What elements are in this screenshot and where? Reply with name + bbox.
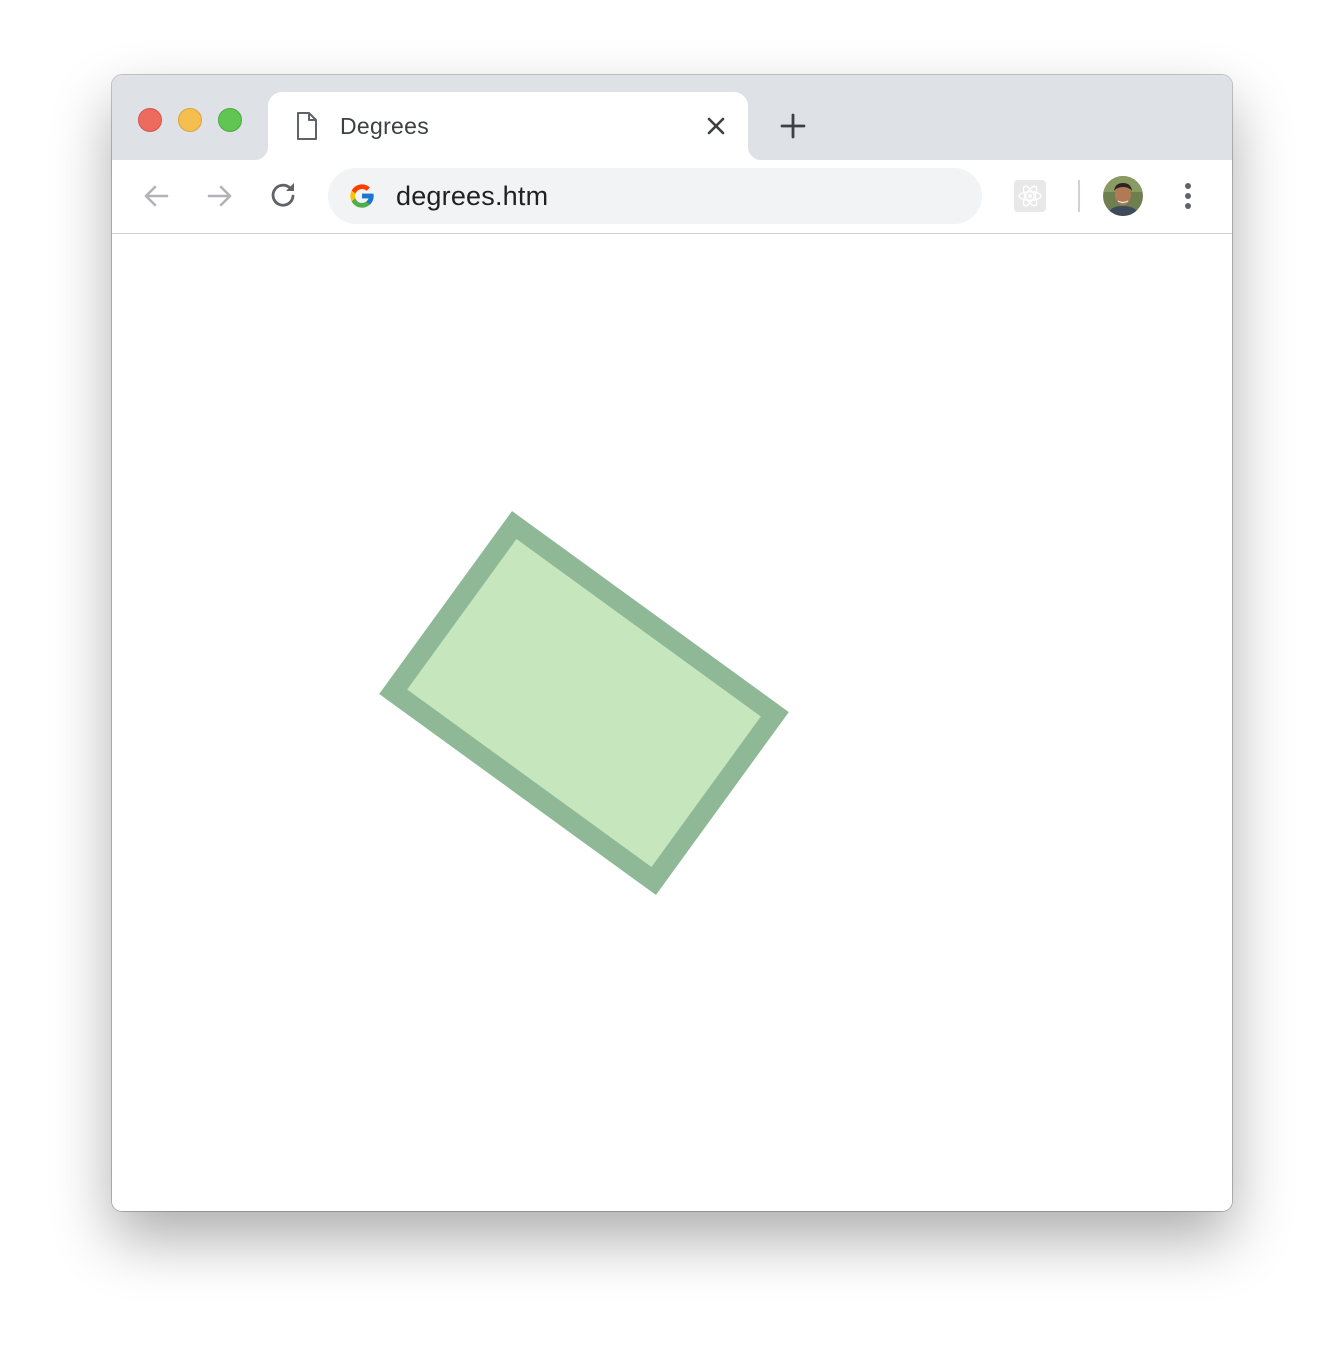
rotated-rectangle — [379, 511, 789, 895]
new-tab-button[interactable] — [780, 113, 806, 139]
tab-title: Degrees — [340, 113, 430, 139]
browser-window: Degrees degrees.htm — [112, 75, 1232, 1211]
page-viewport — [112, 234, 1232, 1211]
react-devtools-icon[interactable] — [1014, 180, 1046, 212]
toolbar: degrees.htm — [112, 160, 1232, 234]
tab-degrees[interactable]: Degrees — [254, 92, 762, 160]
toolbar-separator — [1078, 180, 1080, 212]
maximize-window-button[interactable] — [218, 108, 242, 132]
close-icon[interactable] — [706, 116, 726, 136]
back-arrow-icon[interactable] — [140, 180, 172, 212]
tab-strip: Degrees — [112, 75, 1232, 160]
react-logo-icon — [1018, 185, 1042, 207]
profile-avatar[interactable] — [1103, 176, 1143, 216]
document-icon — [297, 112, 317, 140]
kebab-menu-icon[interactable] — [1178, 180, 1198, 212]
forward-arrow-icon[interactable] — [204, 180, 236, 212]
close-window-button[interactable] — [138, 108, 162, 132]
url-text: degrees.htm — [396, 181, 549, 211]
address-bar[interactable]: degrees.htm — [328, 168, 982, 224]
minimize-window-button[interactable] — [178, 108, 202, 132]
reload-icon[interactable] — [268, 180, 300, 212]
avatar-image — [1103, 176, 1143, 216]
google-g-icon — [350, 184, 374, 208]
